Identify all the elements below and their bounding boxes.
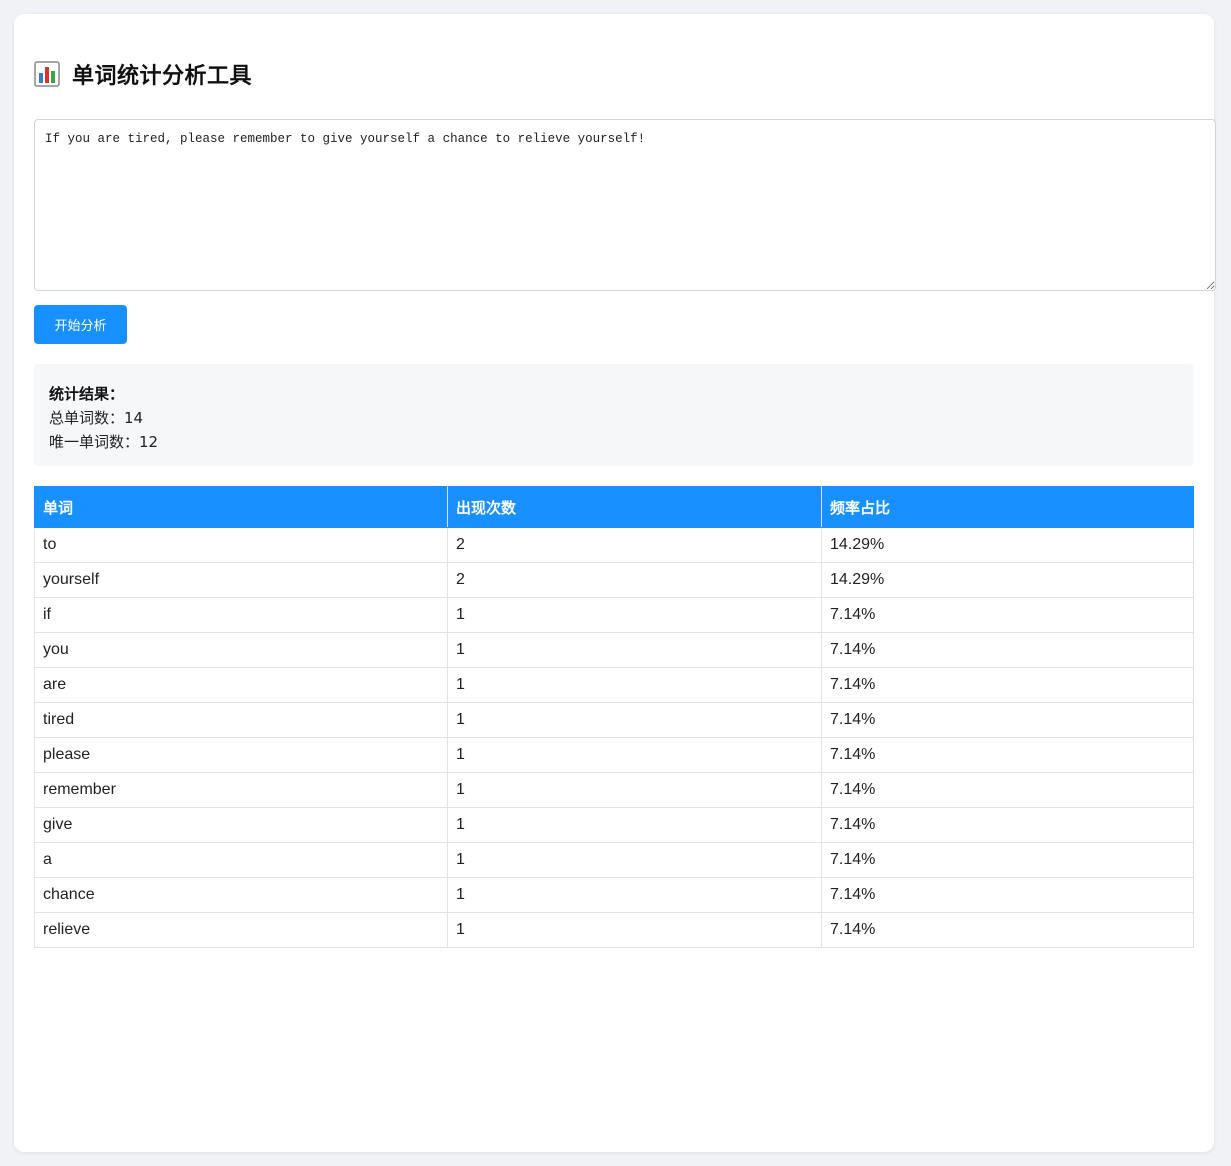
table-row: remember 1 7.14% <box>34 772 1194 808</box>
frequency-cell: 7.14% <box>821 842 1194 878</box>
title-row: 单词统计分析工具 <box>34 58 252 90</box>
word-cell: you <box>34 632 448 668</box>
frequency-cell: 7.14% <box>821 737 1194 773</box>
analyze-button[interactable]: 开始分析 <box>34 305 127 344</box>
table-row: a 1 7.14% <box>34 842 1194 878</box>
word-cell: remember <box>34 772 448 808</box>
table-row: to 2 14.29% <box>34 527 1194 563</box>
table-body: to 2 14.29% yourself 2 14.29% if 1 7.14% you 1 7.14… <box>34 527 1194 948</box>
word-cell: if <box>34 597 448 633</box>
count-cell: 1 <box>447 632 822 668</box>
frequency-cell: 14.29% <box>821 562 1194 598</box>
stats-panel: 统计结果： 总单词数：14 唯一单词数：12 <box>34 364 1194 466</box>
word-cell: a <box>34 842 448 878</box>
stats-heading: 统计结果： <box>49 385 125 403</box>
count-cell: 1 <box>447 842 822 878</box>
count-cell: 2 <box>447 562 822 598</box>
bar-chart-icon <box>34 61 60 87</box>
frequency-cell: 7.14% <box>821 632 1194 668</box>
page-title: 单词统计分析工具 <box>72 64 253 89</box>
frequency-cell: 7.14% <box>821 702 1194 738</box>
table-row: if 1 7.14% <box>34 597 1194 633</box>
count-cell: 1 <box>447 807 822 843</box>
column-header-word: 单词 <box>34 486 448 528</box>
count-cell: 1 <box>447 772 822 808</box>
count-cell: 1 <box>447 597 822 633</box>
table-row: yourself 2 14.29% <box>34 562 1194 598</box>
frequency-cell: 7.14% <box>821 597 1194 633</box>
word-cell: tired <box>34 702 448 738</box>
frequency-cell: 7.14% <box>821 912 1194 948</box>
text-input[interactable] <box>34 119 1216 291</box>
count-cell: 1 <box>447 877 822 913</box>
frequency-cell: 7.14% <box>821 807 1194 843</box>
count-cell: 1 <box>447 912 822 948</box>
word-cell: please <box>34 737 448 773</box>
word-cell: relieve <box>34 912 448 948</box>
count-cell: 2 <box>447 527 822 563</box>
word-cell: are <box>34 667 448 703</box>
main-card: 单词统计分析工具 开始分析 统计结果： 总单词数：14 唯一单词数：12 单词 … <box>14 14 1216 1152</box>
table-header-row: 单词 出现次数 频率占比 <box>34 486 1194 528</box>
table-row: give 1 7.14% <box>34 807 1194 843</box>
unique-words-stat: 唯一单词数：12 <box>49 433 159 451</box>
frequency-cell: 14.29% <box>821 527 1194 563</box>
table-row: you 1 7.14% <box>34 632 1194 668</box>
table-row: are 1 7.14% <box>34 667 1194 703</box>
column-header-count: 出现次数 <box>447 486 822 528</box>
table-row: tired 1 7.14% <box>34 702 1194 738</box>
count-cell: 1 <box>447 667 822 703</box>
table-row: please 1 7.14% <box>34 737 1194 773</box>
column-header-frequency: 频率占比 <box>821 486 1194 528</box>
frequency-cell: 7.14% <box>821 667 1194 703</box>
word-frequency-table: 单词 出现次数 频率占比 to 2 14.29% yourself 2 14.29% if 1… <box>34 486 1194 948</box>
word-cell: to <box>34 527 448 563</box>
frequency-cell: 7.14% <box>821 772 1194 808</box>
word-cell: chance <box>34 877 448 913</box>
total-words-stat: 总单词数：14 <box>49 409 144 427</box>
frequency-cell: 7.14% <box>821 877 1194 913</box>
word-cell: yourself <box>34 562 448 598</box>
word-cell: give <box>34 807 448 843</box>
table-row: chance 1 7.14% <box>34 877 1194 913</box>
count-cell: 1 <box>447 737 822 773</box>
count-cell: 1 <box>447 702 822 738</box>
table-row: relieve 1 7.14% <box>34 912 1194 948</box>
